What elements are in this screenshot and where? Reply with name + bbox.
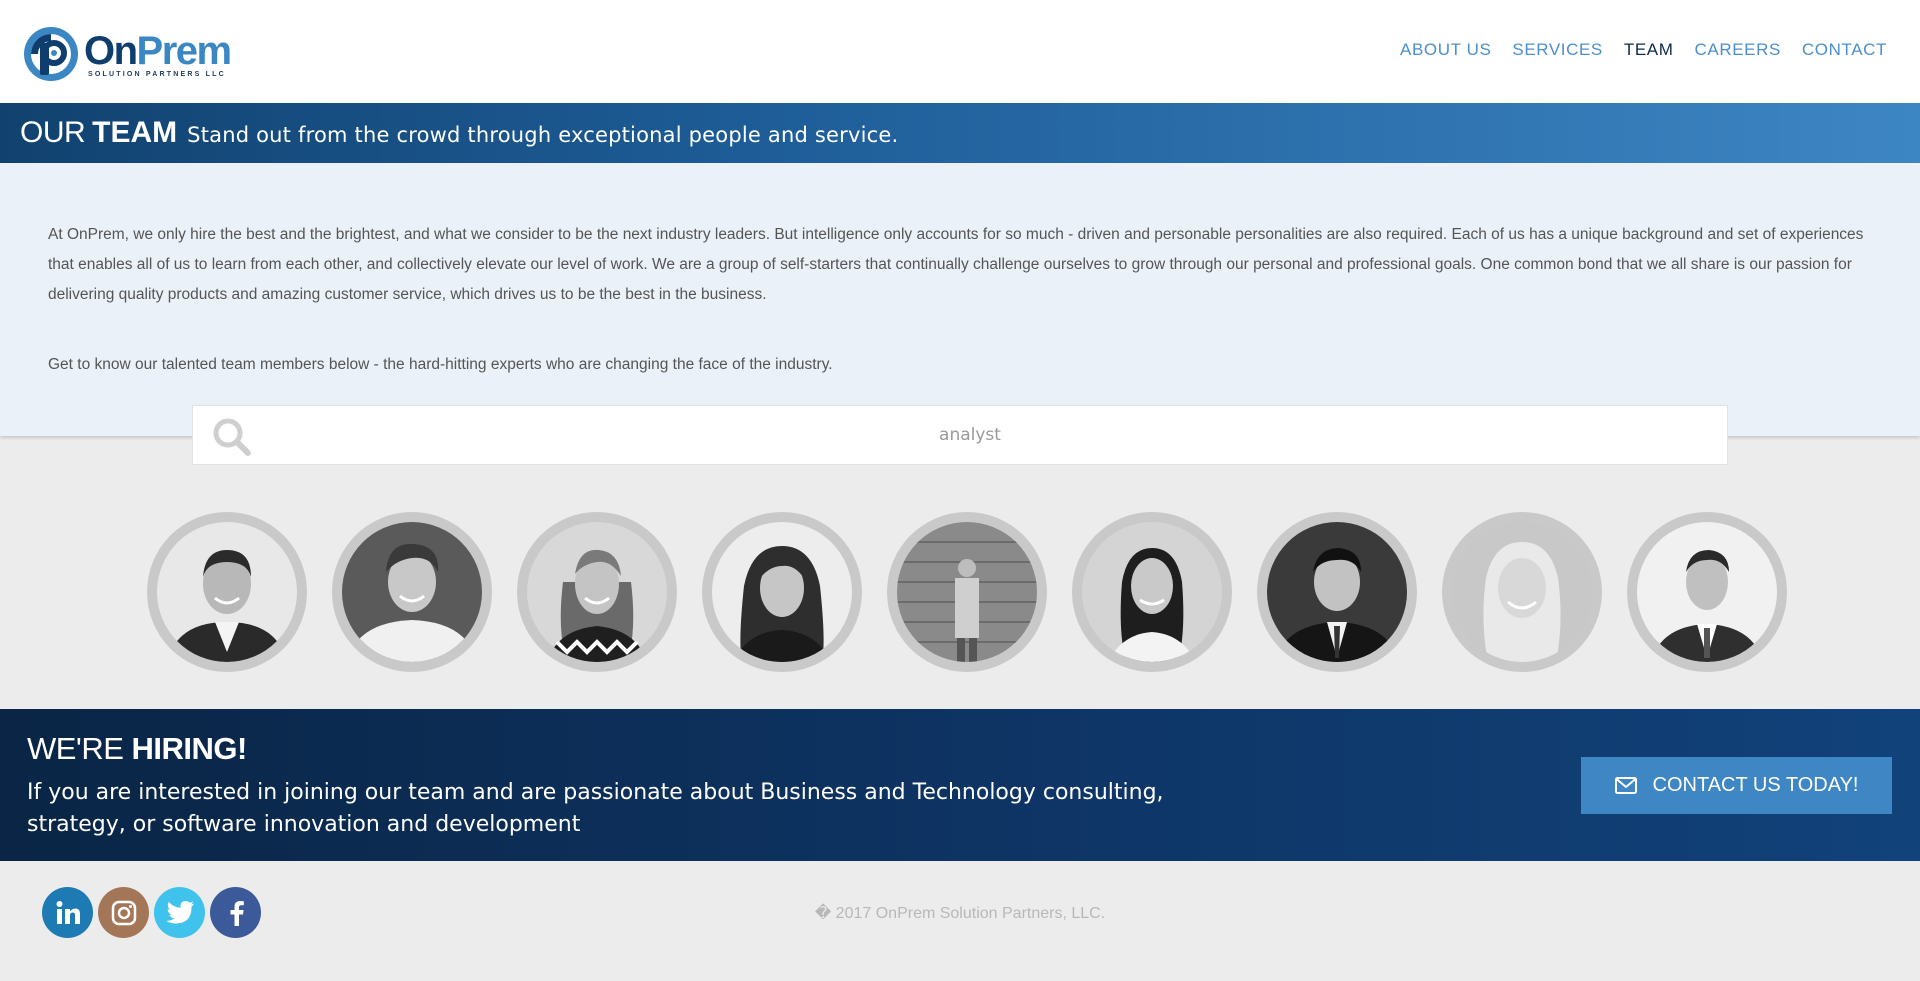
member-photo	[1082, 522, 1222, 662]
onprem-logo[interactable]: OnPrem SOLUTION PARTNERS LLC	[22, 25, 232, 83]
logo-mark-icon	[24, 27, 78, 81]
envelope-icon	[1614, 777, 1637, 794]
page-title-bold: TEAM	[92, 116, 178, 149]
hiring-text: If you are interested in joining our tea…	[27, 780, 1164, 837]
hiring-title-bold: HIRING!	[131, 731, 248, 766]
main-nav: ABOUT US SERVICES TEAM CAREERS CONTACT	[1379, 40, 1887, 60]
nav-about-us[interactable]: ABOUT US	[1400, 40, 1491, 60]
member-photo	[1452, 522, 1592, 662]
team-member[interactable]	[887, 512, 1047, 672]
team-member[interactable]	[1627, 512, 1787, 672]
team-search-box	[192, 405, 1728, 465]
team-member[interactable]	[1257, 512, 1417, 672]
contact-us-button[interactable]: CONTACT US TODAY!	[1581, 757, 1892, 814]
member-photo	[712, 522, 852, 662]
member-photo	[897, 522, 1037, 662]
nav-contact[interactable]: CONTACT	[1802, 40, 1887, 60]
team-member[interactable]	[1442, 512, 1602, 672]
member-photo	[527, 522, 667, 662]
site-header: OnPrem SOLUTION PARTNERS LLC ABOUT US SE…	[0, 0, 1920, 103]
logo-wordmark: OnPrem	[84, 28, 233, 73]
search-icon	[213, 418, 251, 456]
page-subtitle: Stand out from the crowd through excepti…	[187, 123, 899, 147]
hiring-title: WE'RE HIRING!	[27, 731, 247, 767]
page-title-bar: OUR TEAM Stand out from the crowd throug…	[0, 103, 1920, 163]
team-member[interactable]	[1072, 512, 1232, 672]
intro-paragraph: Get to know our talented team members be…	[48, 356, 833, 373]
contact-us-label: CONTACT US TODAY!	[1652, 774, 1859, 796]
intro-paragraph: At OnPrem, we only hire the best and the…	[48, 226, 1864, 303]
team-grid	[147, 512, 1812, 672]
nav-services[interactable]: SERVICES	[1512, 40, 1602, 60]
nav-careers[interactable]: CAREERS	[1695, 40, 1781, 60]
nav-team[interactable]: TEAM	[1624, 40, 1674, 60]
team-search-input[interactable]	[193, 406, 1727, 464]
member-photo	[1267, 522, 1407, 662]
hiring-title-light: WE'RE	[27, 731, 124, 766]
hiring-banner: WE'RE HIRING! If you are interested in j…	[0, 709, 1920, 861]
logo-name-prem: Prem	[136, 28, 233, 73]
team-member[interactable]	[702, 512, 862, 672]
logo-tagline: SOLUTION PARTNERS LLC	[88, 70, 226, 78]
member-photo	[342, 522, 482, 662]
team-member[interactable]	[147, 512, 307, 672]
page-title-light: OUR	[20, 116, 86, 149]
member-photo	[1637, 522, 1777, 662]
team-member[interactable]	[332, 512, 492, 672]
member-photo	[157, 522, 297, 662]
team-member[interactable]	[517, 512, 677, 672]
intro-section: At OnPrem, we only hire the best and the…	[0, 163, 1920, 436]
logo-name-on: On	[84, 28, 138, 73]
copyright-text: � 2017 OnPrem Solution Partners, LLC.	[814, 905, 1106, 922]
